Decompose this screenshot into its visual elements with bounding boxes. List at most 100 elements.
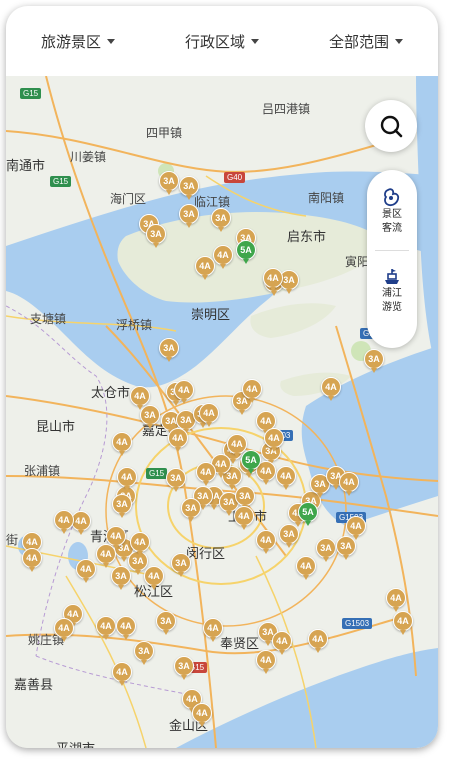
scenic-spot-marker[interactable]: 4A [54, 618, 74, 642]
scenic-spot-marker[interactable]: 4A [203, 618, 223, 642]
range-label: 全部范围 [328, 33, 389, 51]
scenic-spot-marker[interactable]: 4A [54, 510, 74, 534]
boat-icon [385, 269, 399, 284]
scenic-spot-marker[interactable]: 3A [279, 524, 299, 548]
scenic-spot-marker[interactable]: 4A [116, 616, 136, 640]
scenic-type-label: 旅游景区 [40, 33, 101, 51]
place-label: 川姜镇 [70, 150, 107, 164]
scenic-spot-marker[interactable]: 5A [298, 502, 318, 526]
scenic-spot-marker[interactable]: 3A [174, 656, 194, 680]
pujiang-cruise-label: 浦江游览 [382, 288, 402, 313]
place-label: 奉贤区 [220, 636, 260, 651]
scenic-type-filter[interactable]: 旅游景区 [41, 31, 115, 52]
scenic-spot-marker[interactable]: 3A [316, 538, 336, 562]
place-label: 支塘镇 [30, 312, 67, 326]
place-label: 太仓市 [91, 385, 131, 400]
search-button[interactable] [365, 100, 417, 152]
scenic-flow-label: 景区客流 [382, 209, 402, 234]
scenic-spot-marker[interactable]: 4A [296, 556, 316, 580]
place-label: 启东市 [287, 229, 327, 244]
scenic-spot-marker[interactable]: 4A [112, 662, 132, 686]
place-label: 浮桥镇 [116, 318, 153, 332]
scenic-spot-marker[interactable]: 4A [256, 650, 276, 674]
range-filter[interactable]: 全部范围 [329, 31, 403, 52]
scenic-spot-marker[interactable]: 4A [234, 506, 254, 530]
search-icon [380, 115, 403, 138]
scenic-spot-marker[interactable]: 3A [235, 486, 255, 510]
road-shield: G15 [20, 88, 42, 99]
scenic-spot-marker[interactable]: 4A [96, 544, 116, 568]
pujiang-cruise-button[interactable]: 浦江游览 [380, 251, 404, 325]
scenic-spot-marker[interactable]: 4A [308, 629, 328, 653]
scenic-spot-marker[interactable]: 4A [393, 611, 413, 635]
scenic-spot-marker[interactable]: 4A [144, 566, 164, 590]
scenic-spot-marker[interactable]: 3A [111, 566, 131, 590]
scenic-spot-marker[interactable]: 4A [168, 428, 188, 452]
scenic-spot-marker[interactable]: 4A [195, 256, 215, 280]
filter-bar: 旅游景区 行政区域 全部范围 [6, 6, 438, 76]
place-label: 吕四港镇 [262, 102, 311, 116]
scenic-spot-marker[interactable]: 5A [241, 450, 261, 474]
district-label: 行政区域 [184, 33, 245, 51]
scenic-spot-marker[interactable]: 4A [22, 548, 42, 572]
place-label: 四甲镇 [146, 126, 183, 140]
scenic-spot-marker[interactable]: 4A [106, 526, 126, 550]
scenic-spot-marker[interactable]: 3A [364, 349, 384, 373]
scenic-spot-marker[interactable]: 4A [346, 516, 366, 540]
scenic-spot-marker[interactable]: 3A [156, 611, 176, 635]
scenic-spot-marker[interactable]: 4A [242, 379, 262, 403]
scenic-spot-marker[interactable]: 4A [321, 377, 341, 401]
caret-down-icon [107, 38, 115, 44]
scenic-spot-marker[interactable]: 4A [117, 467, 137, 491]
scenic-spot-marker[interactable]: 4A [339, 472, 359, 496]
caret-down-icon [395, 38, 403, 44]
place-label: 街 [6, 533, 19, 547]
crowd-icon [384, 188, 400, 207]
scenic-spot-marker[interactable]: 3A [112, 494, 132, 518]
scenic-flow-button[interactable]: 景区客流 [380, 170, 404, 244]
scenic-spot-marker[interactable]: 3A [179, 176, 199, 200]
road-shield: G15 [50, 176, 72, 187]
scenic-spot-marker[interactable]: 3A [211, 208, 231, 232]
scenic-spot-marker[interactable]: 4A [96, 616, 116, 640]
scenic-spot-marker[interactable]: 3A [146, 224, 166, 248]
scenic-spot-marker[interactable]: 4A [213, 245, 233, 269]
scenic-spot-marker[interactable]: 4A [130, 532, 150, 556]
scenic-spot-marker[interactable]: 4A [272, 631, 292, 655]
place-label: 海门区 [110, 192, 147, 206]
scenic-spot-marker[interactable]: 4A [71, 511, 91, 535]
scenic-spot-marker[interactable]: 3A [166, 468, 186, 492]
scenic-spot-marker[interactable]: 4A [192, 703, 212, 727]
scenic-spot-marker[interactable]: 4A [276, 466, 296, 490]
scenic-spot-marker[interactable]: 3A [134, 641, 154, 665]
scenic-spot-marker[interactable]: 3A [181, 498, 201, 522]
scenic-spot-marker[interactable]: 3A [179, 204, 199, 228]
scenic-spot-marker[interactable]: 4A [76, 559, 96, 583]
scenic-spot-marker[interactable]: 3A [159, 338, 179, 362]
scenic-spot-marker[interactable]: 5A [236, 240, 256, 264]
caret-down-icon [251, 38, 259, 44]
scenic-spot-marker[interactable]: 4A [263, 268, 283, 292]
scenic-spot-marker[interactable]: 4A [386, 588, 406, 612]
scenic-spot-marker[interactable]: 4A [130, 386, 150, 410]
scenic-spot-marker[interactable]: 4A [112, 432, 132, 456]
road-shield: G1503 [342, 618, 373, 629]
scenic-spot-marker[interactable]: 4A [199, 403, 219, 427]
place-label: 崇明区 [191, 307, 231, 322]
place-label: 闵行区 [186, 546, 226, 561]
scenic-spot-marker[interactable]: 4A [256, 530, 276, 554]
place-label: 嘉善县 [14, 677, 54, 692]
place-label: 寅阳 [345, 255, 370, 269]
place-label: 临江镇 [194, 195, 231, 209]
road-shield: G15 [146, 468, 168, 479]
scenic-spot-marker[interactable]: 4A [196, 462, 216, 486]
scenic-spot-marker[interactable]: 3A [171, 553, 191, 577]
scenic-spot-marker[interactable]: 3A [140, 405, 160, 429]
scenic-spot-marker[interactable]: 3A [159, 171, 179, 195]
scenic-spot-marker[interactable]: 4A [264, 428, 284, 452]
scenic-spot-marker[interactable]: 4A [174, 380, 194, 404]
place-label: 南阳镇 [308, 191, 345, 205]
district-filter[interactable]: 行政区域 [185, 31, 259, 52]
place-label: 张浦镇 [24, 464, 61, 478]
place-label: 昆山市 [36, 419, 76, 434]
